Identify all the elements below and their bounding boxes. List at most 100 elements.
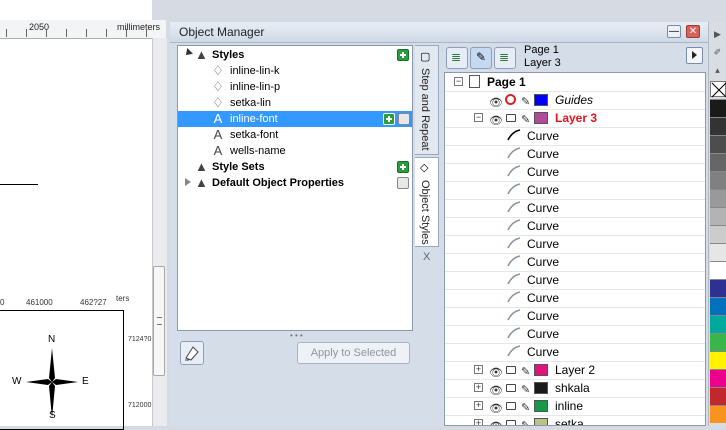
tree-layer[interactable]: 👁 ✎ Guides: [445, 91, 705, 110]
tree-layer[interactable]: + 👁 ✎ setka: [445, 415, 705, 425]
panel-splitter[interactable]: • • •: [290, 331, 303, 340]
layer-color-swatch[interactable]: [534, 112, 548, 124]
tree-layer[interactable]: + 👁 ✎ Layer 2: [445, 361, 705, 380]
palette-swatch[interactable]: [710, 261, 726, 279]
visibility-eye-icon[interactable]: 👁: [489, 418, 503, 425]
collapse-toggle[interactable]: −: [454, 77, 463, 86]
palette-swatch[interactable]: [710, 153, 726, 171]
tree-item-style[interactable]: ♢ inline-lin-k: [178, 63, 412, 79]
layer-manager-view-button[interactable]: ≣: [494, 47, 516, 69]
tree-item-style[interactable]: A wells-name: [178, 143, 412, 159]
printer-icon[interactable]: [506, 114, 516, 122]
tree-object[interactable]: Curve: [445, 235, 705, 254]
object-styles-tree: ▲ Styles ♢ inline-lin-k ♢ inline-lin-p ♢…: [177, 45, 413, 331]
palette-swatch[interactable]: [710, 99, 726, 117]
printer-icon[interactable]: [506, 420, 516, 425]
tree-object[interactable]: Curve: [445, 307, 705, 326]
tree-object[interactable]: Curve: [445, 253, 705, 272]
add-style-icon[interactable]: [397, 49, 409, 61]
palette-swatch[interactable]: [710, 243, 726, 261]
scroll-up-small-icon[interactable]: ▴: [711, 64, 724, 77]
lock-edit-pencil-icon[interactable]: ✎: [521, 417, 530, 425]
no-color-swatch[interactable]: [710, 81, 726, 98]
layer-color-swatch[interactable]: [534, 382, 548, 394]
show-object-properties-button[interactable]: ≣: [446, 47, 468, 69]
tree-item-style[interactable]: ♢ setka-lin: [178, 95, 412, 111]
tab-step-and-repeat[interactable]: ▢ Step and Repeat: [415, 45, 439, 155]
tree-object[interactable]: Curve: [445, 217, 705, 236]
print-disabled-icon[interactable]: [505, 94, 516, 105]
palette-swatch[interactable]: [710, 279, 726, 297]
outline-style-icon: ♢: [212, 95, 224, 110]
tree-object[interactable]: Curve: [445, 199, 705, 218]
palette-swatch[interactable]: [710, 225, 726, 243]
scrollbar-thumb[interactable]: [153, 266, 165, 376]
expand-toggle[interactable]: −: [474, 113, 483, 122]
palette-swatch[interactable]: [710, 315, 726, 333]
printer-icon[interactable]: [506, 384, 516, 392]
tree-item-label: setka-lin: [230, 97, 271, 109]
palette-swatch[interactable]: [710, 387, 726, 405]
tree-object[interactable]: Curve: [445, 343, 705, 362]
add-style-set-icon[interactable]: [397, 161, 409, 173]
add-child-style-icon[interactable]: [383, 113, 395, 125]
tree-item-default-properties[interactable]: ▲ Default Object Properties: [178, 175, 412, 191]
layer-color-swatch[interactable]: [534, 364, 548, 376]
tree-object[interactable]: Curve: [445, 325, 705, 344]
tree-item-label: wells-name: [230, 145, 286, 157]
tree-object[interactable]: Curve: [445, 127, 705, 146]
tree-object[interactable]: Curve: [445, 145, 705, 164]
palette-swatch[interactable]: [710, 135, 726, 153]
expand-toggle[interactable]: +: [474, 365, 483, 374]
tree-object[interactable]: Curve: [445, 181, 705, 200]
close-tab-icon[interactable]: X: [423, 251, 430, 263]
palette-swatch[interactable]: [710, 351, 726, 369]
tree-object-label: Curve: [527, 201, 560, 215]
scroll-up-icon[interactable]: ▶: [711, 28, 724, 41]
palette-swatch[interactable]: [710, 297, 726, 315]
tree-object[interactable]: Curve: [445, 289, 705, 308]
close-button[interactable]: ✕: [686, 25, 700, 38]
tree-page[interactable]: − Page 1: [445, 73, 705, 92]
palette-swatch[interactable]: [710, 333, 726, 351]
tab-object-styles[interactable]: ◇ Object Styles: [415, 157, 439, 247]
layer-color-swatch[interactable]: [534, 418, 548, 425]
delete-icon[interactable]: [398, 113, 410, 125]
tree-object[interactable]: Curve: [445, 271, 705, 290]
collapse-arrow-icon[interactable]: [183, 48, 193, 58]
palette-swatch[interactable]: [710, 117, 726, 135]
tree-object-label: Curve: [527, 273, 560, 287]
palette-swatch[interactable]: [710, 369, 726, 387]
minimize-button[interactable]: —: [667, 25, 681, 38]
ruler-unit-label: millimeters: [116, 22, 160, 32]
tree-object[interactable]: Curve: [445, 163, 705, 182]
printer-icon[interactable]: [506, 402, 516, 410]
map-ruler-label: 0: [0, 298, 5, 307]
expand-toggle[interactable]: +: [474, 383, 483, 392]
reset-icon[interactable]: [397, 177, 409, 189]
tree-item-style[interactable]: ♢ inline-lin-p: [178, 79, 412, 95]
eyedropper-icon[interactable]: ✐: [711, 46, 724, 59]
tree-layer[interactable]: + 👁 ✎ inline: [445, 397, 705, 416]
printer-icon[interactable]: [506, 366, 516, 374]
edit-across-layers-button[interactable]: ✎: [470, 47, 492, 69]
expand-toggle[interactable]: +: [474, 401, 483, 410]
palette-swatch[interactable]: [710, 189, 726, 207]
tree-layer[interactable]: + 👁 ✎ shkala: [445, 379, 705, 398]
tree-layer[interactable]: − 👁 ✎ Layer 3: [445, 109, 705, 128]
tree-item-style-sets[interactable]: ▲ Style Sets: [178, 159, 412, 175]
palette-swatch[interactable]: [710, 207, 726, 225]
tree-item-style[interactable]: A setka-font: [178, 127, 412, 143]
expand-arrow-icon[interactable]: [185, 178, 191, 186]
apply-to-selected-button[interactable]: Apply to Selected: [297, 342, 410, 364]
expand-toggle[interactable]: +: [474, 419, 483, 425]
layer-color-swatch[interactable]: [534, 400, 548, 412]
map-side-label: 7124?0: [128, 336, 152, 343]
style-options-button[interactable]: [180, 341, 204, 365]
docker-menu-button[interactable]: [686, 47, 703, 64]
tree-item-style-selected[interactable]: A inline-font: [178, 111, 412, 127]
layer-color-swatch[interactable]: [534, 94, 548, 106]
palette-swatch[interactable]: [710, 171, 726, 189]
tree-item-styles[interactable]: ▲ Styles: [178, 47, 412, 63]
palette-swatch[interactable]: [710, 405, 726, 423]
